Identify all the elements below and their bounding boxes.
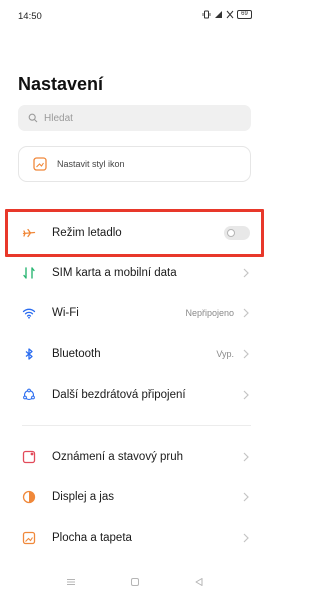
search-icon [28, 113, 38, 123]
icon-style-card[interactable]: Nastavit styl ikon [18, 146, 251, 182]
page-title: Nastavení [18, 74, 104, 94]
navigation-bar [0, 564, 270, 600]
row-label: Wi-Fi [52, 307, 79, 319]
status-time: 14:50 [18, 11, 42, 22]
wifi-icon [22, 306, 36, 320]
notification-icon [22, 450, 36, 464]
connections-icon [22, 388, 36, 402]
row-notifications[interactable]: Oznámení a stavový pruh [0, 437, 270, 477]
row-label: Bluetooth [52, 348, 101, 360]
wallpaper-icon [22, 531, 36, 545]
icon-style-label: Nastavit styl ikon [57, 159, 125, 169]
section-divider [22, 425, 251, 426]
row-wifi[interactable]: Wi-Fi Nepřipojeno [0, 293, 270, 333]
chevron-right-icon [243, 308, 249, 318]
airplane-mode-toggle[interactable] [224, 226, 250, 240]
row-label: Displej a jas [52, 491, 114, 503]
back-icon[interactable] [194, 577, 204, 587]
row-label: Oznámení a stavový pruh [52, 451, 184, 463]
row-label: Plocha a tapeta [52, 532, 132, 544]
chevron-right-icon [243, 349, 249, 359]
sim-data-icon [22, 266, 36, 280]
status-bar: 14:50 69 [0, 0, 270, 32]
battery-icon: 69 [237, 10, 252, 19]
row-value: Vyp. [216, 349, 234, 359]
chevron-right-icon [243, 390, 249, 400]
chevron-right-icon [243, 452, 249, 462]
row-wallpaper[interactable]: Plocha a tapeta [0, 518, 270, 558]
row-label: Další bezdrátová připojení [52, 389, 186, 401]
row-label: SIM karta a mobilní data [52, 267, 177, 279]
airplane-icon [22, 226, 36, 240]
row-label: Režim letadlo [52, 227, 122, 239]
status-icons: 69 [202, 10, 252, 19]
search-box[interactable] [18, 105, 251, 131]
row-bluetooth[interactable]: Bluetooth Vyp. [0, 334, 270, 374]
row-display[interactable]: Displej a jas [0, 477, 270, 517]
chevron-right-icon [243, 492, 249, 502]
icon-style-icon [33, 157, 47, 171]
display-icon [22, 490, 36, 504]
chevron-right-icon [243, 268, 249, 278]
no-sim-icon [226, 10, 234, 19]
row-sim-data[interactable]: SIM karta a mobilní data [0, 253, 270, 293]
home-icon[interactable] [130, 577, 140, 587]
chevron-right-icon [243, 533, 249, 543]
search-input[interactable] [44, 112, 234, 124]
row-airplane-mode[interactable]: Režim letadlo [0, 213, 270, 253]
vibrate-icon [202, 10, 211, 19]
row-value: Nepřipojeno [185, 308, 234, 318]
menu-icon[interactable] [66, 577, 76, 587]
bluetooth-icon [22, 347, 36, 361]
signal-icon [215, 11, 222, 18]
row-other-wireless[interactable]: Další bezdrátová připojení [0, 375, 270, 415]
